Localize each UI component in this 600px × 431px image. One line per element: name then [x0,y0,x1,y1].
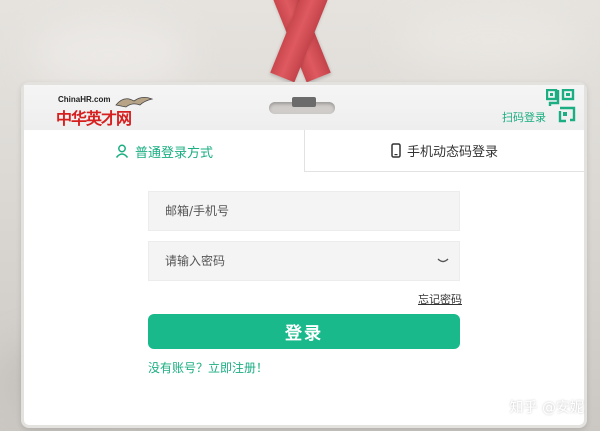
forgot-password-link[interactable]: 忘记密码 [418,291,462,307]
qr-code-icon [546,89,576,123]
tab-password-login[interactable]: 普通登录方式 [24,130,304,172]
user-icon [115,144,129,158]
login-button[interactable]: 登录 [148,314,460,349]
password-field [148,241,460,281]
zhihu-watermark: 知乎 @安妮 [509,400,584,416]
chinahr-logo: ChinaHR.com 中华英才网 [54,93,154,128]
account-input[interactable] [149,192,459,230]
logo-bird-icon [115,97,154,108]
eye-closed-icon[interactable] [437,257,449,265]
login-card: ChinaHR.com 中华英才网 扫码登录 普通登录方式 手机动态码登录 邮箱… [21,82,587,428]
logo-subtext: ChinaHR.com [58,95,111,104]
register-link[interactable]: 没有账号？立即注册！ [148,359,268,376]
qr-login-label: 扫码登录 [502,111,546,124]
account-field [148,191,460,231]
tab-sms-login[interactable]: 手机动态码登录 [304,130,584,172]
tab-password-login-label: 普通登录方式 [134,145,213,161]
card-header: ChinaHR.com 中华英才网 扫码登录 [24,85,584,130]
mobile-phone-icon [391,143,401,158]
qr-login-link[interactable]: 扫码登录 [496,89,576,125]
tab-sms-login-label: 手机动态码登录 [406,145,498,160]
password-input[interactable] [149,242,459,280]
lanyard-clip [292,97,316,107]
login-tabs: 普通登录方式 手机动态码登录 [24,130,584,172]
